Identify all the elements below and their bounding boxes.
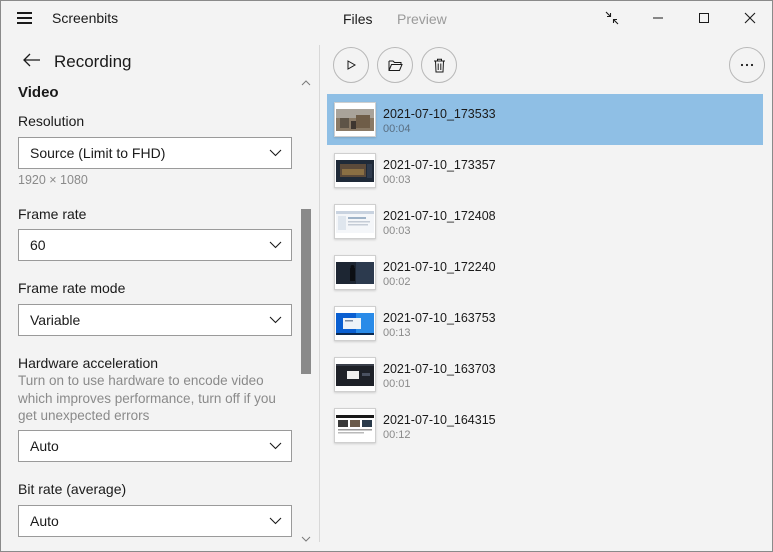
- file-name: 2021-07-10_173533: [383, 107, 496, 121]
- video-thumbnail: [334, 102, 376, 137]
- section-title-video: Video: [18, 84, 59, 101]
- file-name: 2021-07-10_163753: [383, 311, 496, 325]
- file-duration: 00:02: [383, 276, 411, 288]
- video-thumbnail: [334, 306, 376, 341]
- app-title: Screenbits: [52, 10, 119, 26]
- list-item[interactable]: 2021-07-10_173533 00:04: [327, 94, 763, 145]
- hw-accel-description: Turn on to use hardware to encode video …: [18, 373, 276, 423]
- chevron-down-icon: [269, 241, 282, 249]
- frame-rate-mode-value: Variable: [30, 312, 81, 328]
- title-bar: Screenbits Files Preview: [1, 1, 772, 35]
- play-icon: [347, 60, 357, 70]
- folder-icon: [388, 60, 403, 71]
- file-name: 2021-07-10_163703: [383, 362, 496, 376]
- list-item[interactable]: 2021-07-10_172408 00:03: [327, 196, 763, 247]
- resolution-value: Source (Limit to FHD): [30, 145, 166, 161]
- scroll-up-icon[interactable]: [301, 79, 311, 87]
- play-button[interactable]: [333, 47, 369, 83]
- file-name: 2021-07-10_172240: [383, 260, 496, 274]
- frame-rate-mode-label: Frame rate mode: [18, 280, 126, 296]
- frame-rate-value: 60: [30, 237, 46, 253]
- file-name: 2021-07-10_172408: [383, 209, 496, 223]
- hw-accel-value: Auto: [30, 438, 59, 454]
- resolution-select[interactable]: Source (Limit to FHD): [18, 137, 292, 169]
- video-thumbnail: [334, 408, 376, 443]
- tab-files[interactable]: Files: [343, 11, 373, 27]
- resolution-label: Resolution: [18, 113, 85, 129]
- list-item[interactable]: 2021-07-10_163703 00:01: [327, 349, 763, 400]
- file-name: 2021-07-10_164315: [383, 413, 496, 427]
- file-duration: 00:13: [383, 327, 411, 339]
- resolution-hint: 1920 × 1080: [18, 173, 88, 187]
- delete-button[interactable]: [421, 47, 457, 83]
- list-item[interactable]: 2021-07-10_164315 00:12: [327, 400, 763, 451]
- video-thumbnail: [334, 204, 376, 239]
- video-thumbnail: [334, 357, 376, 392]
- app-window: Screenbits Files Preview Recording Video…: [0, 0, 773, 552]
- settings-panel: Recording Video Resolution Source (Limit…: [1, 35, 319, 551]
- open-folder-button[interactable]: [377, 47, 413, 83]
- list-item[interactable]: 2021-07-10_163753 00:13: [327, 298, 763, 349]
- thumbnail-image: [336, 109, 374, 131]
- minimize-icon: [653, 17, 663, 19]
- tab-preview[interactable]: Preview: [397, 11, 447, 27]
- frame-rate-label: Frame rate: [18, 206, 87, 222]
- list-item[interactable]: 2021-07-10_173357 00:03: [327, 145, 763, 196]
- chevron-down-icon: [269, 517, 282, 525]
- compact-overlay-button[interactable]: [589, 1, 635, 35]
- thumbnail-image: [336, 262, 374, 284]
- thumbnail-image: [336, 415, 374, 437]
- chevron-down-icon: [269, 316, 282, 324]
- bit-rate-label: Bit rate (average): [18, 481, 127, 497]
- scroll-thumb[interactable]: [301, 209, 311, 374]
- chevron-down-icon: [269, 149, 282, 157]
- page-title: Recording: [54, 52, 132, 71]
- close-button[interactable]: [727, 1, 773, 35]
- settings-scrollbar[interactable]: [299, 79, 313, 547]
- chevron-down-icon: [269, 442, 282, 450]
- frame-rate-select[interactable]: 60: [18, 229, 292, 261]
- minimize-button[interactable]: [635, 1, 681, 35]
- more-icon: [740, 63, 754, 67]
- file-duration: 00:01: [383, 378, 411, 390]
- thumbnail-image: [336, 160, 374, 182]
- file-duration: 00:04: [383, 123, 411, 135]
- maximize-button[interactable]: [681, 1, 727, 35]
- file-duration: 00:03: [383, 225, 411, 237]
- thumbnail-image: [336, 313, 374, 335]
- hamburger-menu-icon[interactable]: [17, 11, 33, 25]
- file-duration: 00:03: [383, 174, 411, 186]
- file-duration: 00:12: [383, 429, 411, 441]
- file-name: 2021-07-10_173357: [383, 158, 496, 172]
- maximize-icon: [699, 13, 709, 23]
- list-item[interactable]: 2021-07-10_172240 00:02: [327, 247, 763, 298]
- frame-rate-mode-select[interactable]: Variable: [18, 304, 292, 336]
- hw-accel-label: Hardware acceleration: [18, 355, 159, 371]
- compact-overlay-icon: [605, 11, 619, 25]
- video-thumbnail: [334, 153, 376, 188]
- thumbnail-image: [336, 211, 374, 233]
- hw-accel-select[interactable]: Auto: [18, 430, 292, 462]
- scroll-down-icon[interactable]: [301, 535, 311, 543]
- back-arrow-icon[interactable]: [23, 53, 41, 67]
- bit-rate-value: Auto: [30, 513, 59, 529]
- close-icon: [744, 12, 756, 24]
- video-thumbnail: [334, 255, 376, 290]
- more-options-button[interactable]: [729, 47, 765, 83]
- delete-icon: [433, 58, 445, 72]
- panel-divider: [319, 45, 320, 542]
- thumbnail-image: [336, 364, 374, 386]
- bit-rate-select[interactable]: Auto: [18, 505, 292, 537]
